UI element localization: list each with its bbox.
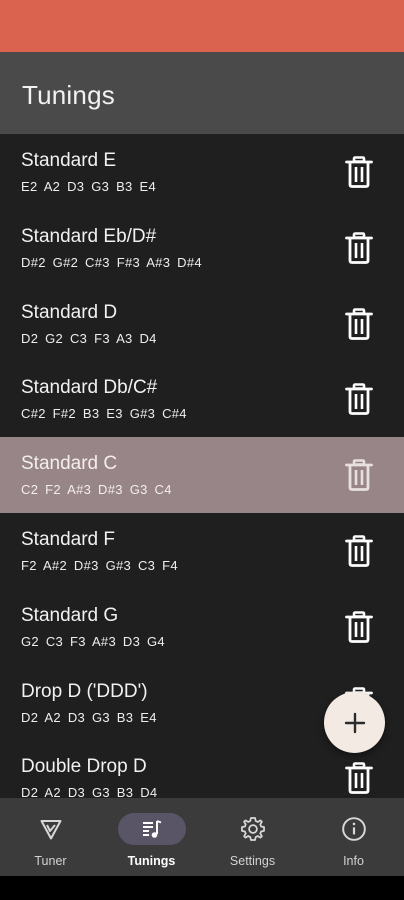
trash-icon: [345, 383, 373, 416]
app-bar: Tunings: [0, 52, 404, 134]
trash-icon: [345, 231, 373, 264]
info-icon: [341, 817, 366, 841]
tuning-notes: D2 A2 D3 G3 B3 E4: [21, 709, 157, 725]
nav-indicator: [117, 813, 186, 845]
tuning-name: Standard F: [21, 528, 115, 550]
nav-label: Settings: [229, 854, 276, 868]
tuning-name: Standard Eb/D#: [21, 225, 157, 247]
bottom-navigation: Tuner Tunings Settings Info: [0, 798, 404, 876]
tuning-row[interactable]: Standard E E2 A2 D3 G3 B3 E4: [0, 134, 404, 210]
nav-label: Tuner: [34, 854, 67, 868]
delete-button[interactable]: [344, 231, 374, 264]
tuning-row[interactable]: Standard G G2 C3 F3 A#3 D3 G4: [0, 588, 404, 665]
delete-button[interactable]: [344, 459, 374, 492]
tuning-notes: E2 A2 D3 G3 B3 E4: [21, 179, 157, 194]
trash-icon: [345, 459, 373, 492]
tuning-row[interactable]: Standard C C2 F2 A#3 D#3 G3 C4: [0, 437, 404, 513]
tunings-icon: [142, 820, 161, 838]
nav-item-tunings[interactable]: Tunings: [101, 798, 202, 876]
nav-label: Info: [343, 854, 364, 868]
tuning-name: Standard G: [21, 604, 119, 626]
nav-indicator: [219, 813, 287, 845]
tuning-name: Standard C: [21, 453, 118, 475]
nav-indicator: [17, 813, 85, 845]
tuning-name: Standard E: [21, 150, 117, 171]
tuning-notes: D2 G2 C3 F3 A3 D4: [21, 330, 157, 346]
nav-item-settings[interactable]: Settings: [202, 798, 303, 876]
tuning-notes: D#2 G#2 C#3 F#3 A#3 D#4: [21, 254, 202, 270]
tuning-notes: C2 F2 A#3 D#3 G3 C4: [21, 482, 172, 498]
nav-item-info[interactable]: Info: [303, 798, 404, 876]
delete-button[interactable]: [344, 610, 374, 643]
tuning-notes: C#2 F#2 B3 E3 G#3 C#4: [21, 406, 187, 422]
delete-button[interactable]: [344, 383, 374, 416]
trash-icon: [345, 762, 373, 795]
tuning-row[interactable]: Standard F F2 A#2 D#3 G#3 C3 F4: [0, 512, 404, 589]
tuner-icon: [40, 820, 61, 840]
tuning-name: Double Drop D: [21, 756, 147, 778]
tuning-row[interactable]: Standard D D2 G2 C3 F3 A3 D4: [0, 285, 404, 362]
status-bar: [0, 0, 404, 52]
tuning-name: Drop D ('DDD'): [21, 680, 148, 702]
plus-icon: [344, 712, 365, 733]
system-navigation-bar: [0, 876, 404, 900]
delete-button[interactable]: [344, 307, 374, 340]
delete-button[interactable]: [344, 156, 374, 188]
tuning-name: Standard D: [21, 301, 118, 323]
tuning-notes: F2 A#2 D#3 G#3 C3 F4: [21, 557, 178, 573]
trash-icon: [345, 535, 373, 567]
tuning-notes: G2 C3 F3 A#3 D3 G4: [21, 633, 165, 649]
delete-button[interactable]: [344, 535, 374, 567]
tuning-name: Standard Db/C#: [21, 377, 158, 399]
settings-icon: [240, 817, 265, 841]
nav-indicator: [320, 813, 388, 845]
page-title: Tunings: [22, 80, 115, 110]
tuning-row[interactable]: Standard Eb/D# D#2 G#2 C#3 F#3 A#3 D#4: [0, 209, 404, 286]
tuning-row[interactable]: Standard Db/C# C#2 F#2 B3 E3 G#3 C#4: [0, 361, 404, 438]
nav-item-tuner[interactable]: Tuner: [0, 798, 101, 876]
delete-button[interactable]: [344, 762, 374, 795]
nav-label: Tunings: [127, 854, 176, 868]
trash-icon: [345, 307, 373, 340]
tuning-notes: D2 A2 D3 G3 B3 D4: [21, 785, 158, 798]
add-tuning-button[interactable]: [324, 692, 385, 753]
trash-icon: [345, 156, 373, 188]
trash-icon: [345, 610, 373, 643]
